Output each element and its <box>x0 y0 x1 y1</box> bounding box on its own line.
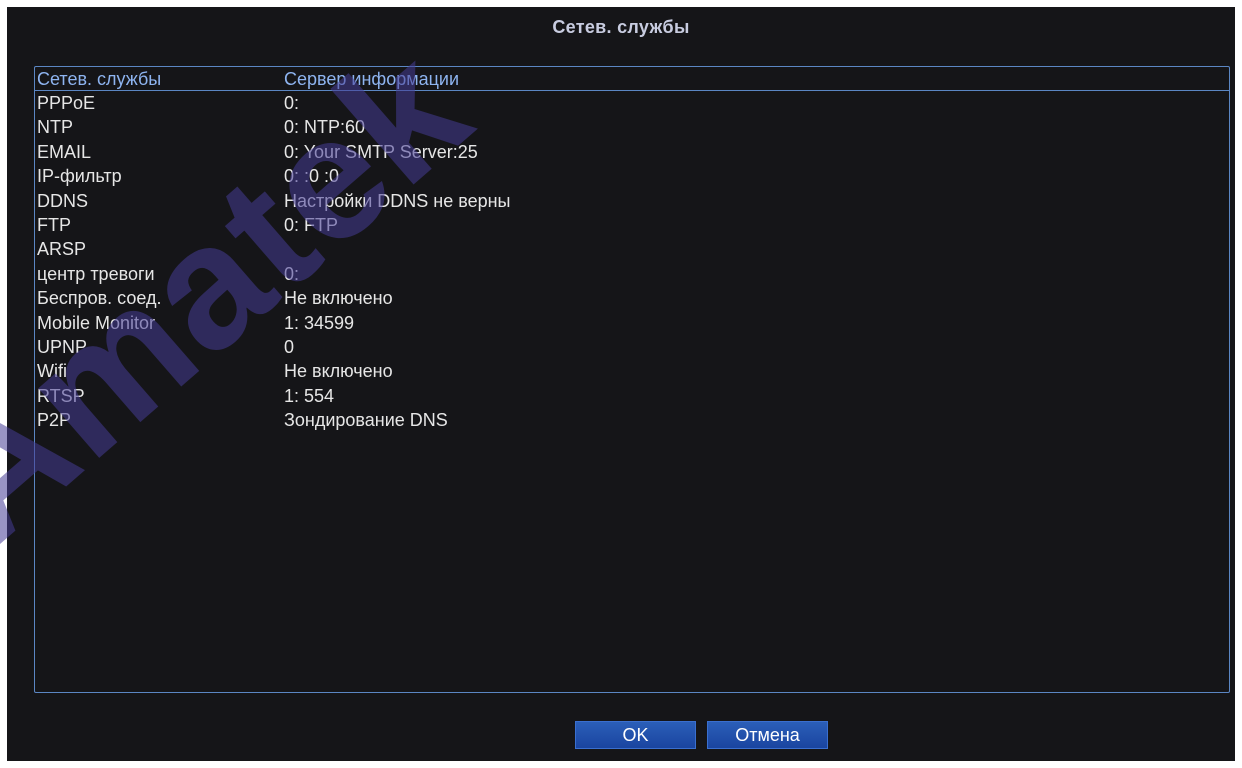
table-row[interactable]: IP-фильтр 0: :0 :0 <box>35 166 1229 190</box>
column-header-service: Сетев. службы <box>37 69 162 89</box>
table-row[interactable]: EMAIL 0: Your SMTP Server:25 <box>35 142 1229 166</box>
service-name: NTP <box>37 117 73 138</box>
service-name: центр тревоги <box>37 263 155 284</box>
service-info: Зондирование DNS <box>284 410 448 431</box>
service-info: 1: 554 <box>284 385 335 406</box>
service-info: Настройки DDNS не верны <box>284 190 511 211</box>
service-info: 1: 34599 <box>284 312 355 333</box>
table-row[interactable]: PPPoE 0: <box>35 93 1229 117</box>
ok-button[interactable]: OK <box>575 721 696 749</box>
table-body: PPPoE 0: NTP 0: NTP:60 EMAIL 0: Your SMT… <box>35 93 1229 434</box>
network-services-dialog: Сетев. службы Сетев. службы Сервер инфор… <box>7 7 1235 761</box>
service-name: FTP <box>37 214 71 235</box>
service-info: 0: NTP:60 <box>284 117 366 138</box>
service-name: Wifi <box>37 361 67 382</box>
table-row[interactable]: RTSP 1: 554 <box>35 386 1229 410</box>
service-name: P2P <box>37 410 72 431</box>
service-name: UPNP <box>37 336 88 357</box>
table-row[interactable]: Mobile Monitor 1: 34599 <box>35 313 1229 337</box>
service-info: 0: :0 :0 <box>284 166 340 187</box>
services-table: Сетев. службы Сервер информации PPPoE 0:… <box>34 66 1230 693</box>
service-name: ARSP <box>37 239 87 260</box>
service-name: Mobile Monitor <box>37 312 156 333</box>
table-row[interactable]: DDNS Настройки DDNS не верны <box>35 191 1229 215</box>
table-row[interactable]: FTP 0: FTP <box>35 215 1229 239</box>
service-name: PPPoE <box>37 93 96 113</box>
table-row[interactable]: UPNP 0 <box>35 337 1229 361</box>
service-name: RTSP <box>37 385 85 406</box>
service-name: DDNS <box>37 190 89 211</box>
table-row[interactable]: Wifi Не включено <box>35 361 1229 385</box>
table-row[interactable]: P2P Зондирование DNS <box>35 410 1229 434</box>
service-info: Не включено <box>284 288 393 309</box>
table-row[interactable]: Беспров. соед. Не включено <box>35 288 1229 312</box>
service-info: 0: <box>284 263 300 284</box>
service-info: 0: FTP <box>284 214 339 235</box>
table-row[interactable]: ARSP <box>35 239 1229 263</box>
cancel-button[interactable]: Отмена <box>707 721 828 749</box>
column-header-info: Сервер информации <box>284 69 460 89</box>
table-row[interactable]: центр тревоги 0: <box>35 264 1229 288</box>
service-info: 0 <box>284 336 295 357</box>
service-info: 0: <box>284 93 300 113</box>
dialog-title: Сетев. службы <box>552 17 690 37</box>
service-name: EMAIL <box>37 141 92 162</box>
service-name: IP-фильтр <box>37 166 122 187</box>
service-info: Не включено <box>284 361 393 382</box>
service-info: 0: Your SMTP Server:25 <box>284 141 478 162</box>
table-header: Сетев. службы Сервер информации <box>35 67 1229 91</box>
service-name: Беспров. соед. <box>37 288 162 309</box>
table-row[interactable]: NTP 0: NTP:60 <box>35 117 1229 141</box>
